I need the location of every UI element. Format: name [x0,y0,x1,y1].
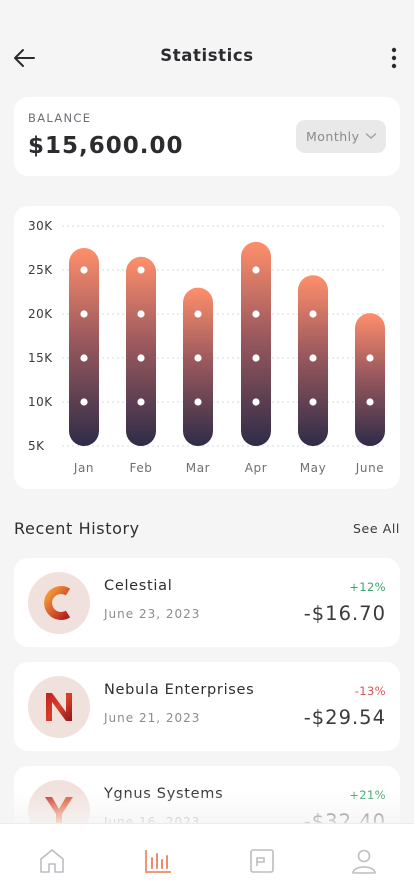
bar-dot [252,266,260,274]
profile-icon[interactable] [349,846,379,876]
bar-jan[interactable] [69,248,99,446]
transaction-amount: -$29.54 [303,706,386,729]
y-tick-label: 20K [28,307,53,321]
transaction-change: -13% [354,684,386,698]
celestial-logo [28,572,90,634]
bar-feb[interactable] [126,256,156,446]
bar-dot [80,266,88,274]
bar-dot [309,398,317,406]
bar-dot [194,398,202,406]
bottom-navigation [0,823,414,896]
recent-history-title: Recent History [14,519,140,538]
period-selected-value: Monthly [306,129,360,144]
x-tick-label: Feb [129,461,152,475]
bar-june[interactable] [355,313,385,446]
x-tick-label: May [300,461,327,475]
x-tick-label: Apr [245,461,268,475]
nebula-enterprises-logo [28,676,90,738]
transaction-change: +12% [349,580,386,594]
transaction-name: Celestial [104,578,173,594]
transaction-amount: -$16.70 [303,602,386,625]
y-tick-label: 5K [28,439,45,453]
transaction-card[interactable]: Celestial June 23, 2023 +12% -$16.70 [14,558,400,647]
page-title: Statistics [160,46,254,65]
x-tick-label: Jan [73,461,94,475]
statistics-icon[interactable] [143,846,173,876]
bar-dot [137,310,145,318]
header: Statistics [0,0,414,100]
y-tick-label: 30K [28,219,53,233]
transaction-date: June 23, 2023 [104,607,201,621]
chevron-down-icon [365,133,377,140]
period-dropdown[interactable]: Monthly [296,120,386,153]
statistics-chart-card: 30K 25K 20K 15K 10K 5K Jan Feb Mar Apr May June [14,206,400,489]
balance-card: BALANCE $15,600.00 Monthly [14,97,400,176]
bar-dot [194,354,202,362]
transaction-card[interactable]: Nebula Enterprises June 21, 2023 -13% -$… [14,662,400,751]
bar-dot [194,310,202,318]
see-all-link[interactable]: See All [353,521,400,536]
bar-dot [309,354,317,362]
transaction-change: +21% [349,788,386,802]
x-tick-label: June [355,461,385,475]
bar-dot [252,398,260,406]
bar-dot [309,310,317,318]
transaction-name: Nebula Enterprises [104,682,255,698]
bar-dot [80,354,88,362]
bar-dot [80,398,88,406]
y-tick-label: 15K [28,351,53,365]
balance-value: $15,600.00 [28,133,184,159]
bar-dot [366,354,374,362]
bar-dot [252,310,260,318]
monthly-bar-chart: 30K 25K 20K 15K 10K 5K Jan Feb Mar Apr May June [28,219,386,475]
bar-dot [137,266,145,274]
home-icon[interactable] [37,846,67,876]
x-tick-label: Mar [186,461,210,475]
bar-dot [252,354,260,362]
transaction-date: June 21, 2023 [104,711,201,725]
bar-dot [137,398,145,406]
wallet-icon[interactable] [247,846,277,876]
y-tick-label: 10K [28,395,53,409]
bar-dot [80,310,88,318]
bar-dot [137,354,145,362]
transaction-name: Ygnus Systems [104,786,224,802]
more-options-icon[interactable] [384,44,404,72]
bar-dot [366,398,374,406]
y-tick-label: 25K [28,263,53,277]
balance-label: BALANCE [28,111,92,125]
